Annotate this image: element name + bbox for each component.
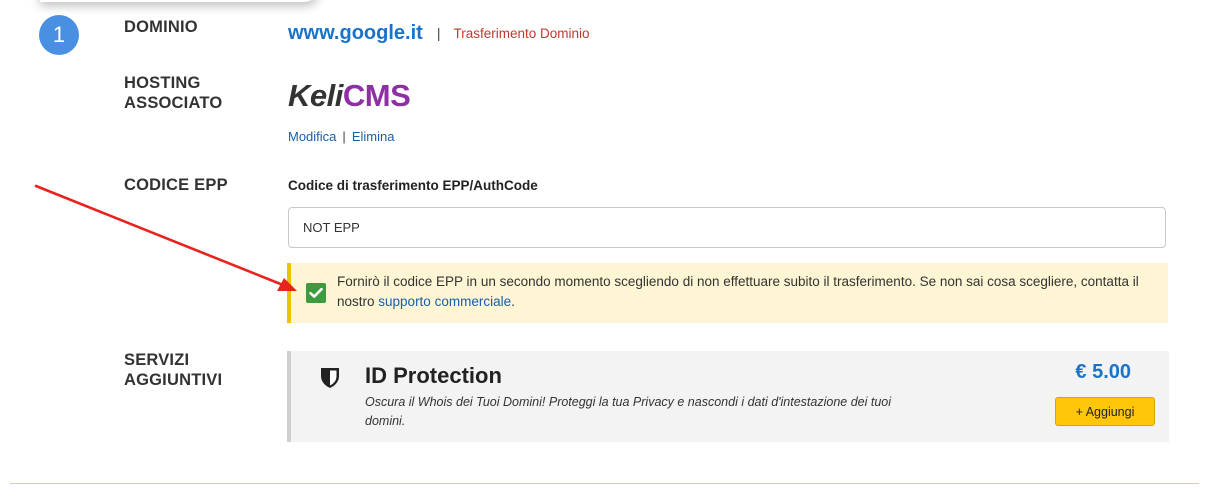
annotation-arrow xyxy=(34,184,297,291)
shield-icon xyxy=(320,367,340,394)
services-label-line2: AGGIUNTIVI xyxy=(124,371,223,389)
add-service-button[interactable]: + Aggiungi xyxy=(1055,397,1155,426)
commercial-support-link[interactable]: supporto commerciale xyxy=(378,294,511,309)
hosting-links-separator: | xyxy=(342,129,346,144)
domain-transfer-type: Trasferimento Dominio xyxy=(453,25,590,41)
service-card-id-protection: ID Protection Oscura il Whois dei Tuoi D… xyxy=(287,351,1169,442)
service-title: ID Protection xyxy=(365,363,502,388)
service-description: Oscura il Whois dei Tuoi Domini! Protegg… xyxy=(365,395,892,428)
delete-hosting-link[interactable]: Elimina xyxy=(352,129,395,144)
bottom-divider xyxy=(10,483,1199,484)
epp-later-notice-text: Fornirò il codice EPP in un secondo mome… xyxy=(337,274,1139,309)
epp-field-title: Codice di trasferimento EPP/AuthCode xyxy=(288,178,538,193)
epp-code-input[interactable] xyxy=(288,207,1166,248)
domain-separator: | xyxy=(436,25,441,41)
services-label-line1: SERVIZI xyxy=(124,351,190,369)
epp-later-notice: Fornirò il codice EPP in un secondo mome… xyxy=(287,263,1168,323)
services-section-label: SERVIZI AGGIUNTIVI xyxy=(124,350,222,390)
domain-line: www.google.it | Trasferimento Dominio xyxy=(288,18,590,48)
service-price: € 5.00 xyxy=(1075,361,1131,383)
